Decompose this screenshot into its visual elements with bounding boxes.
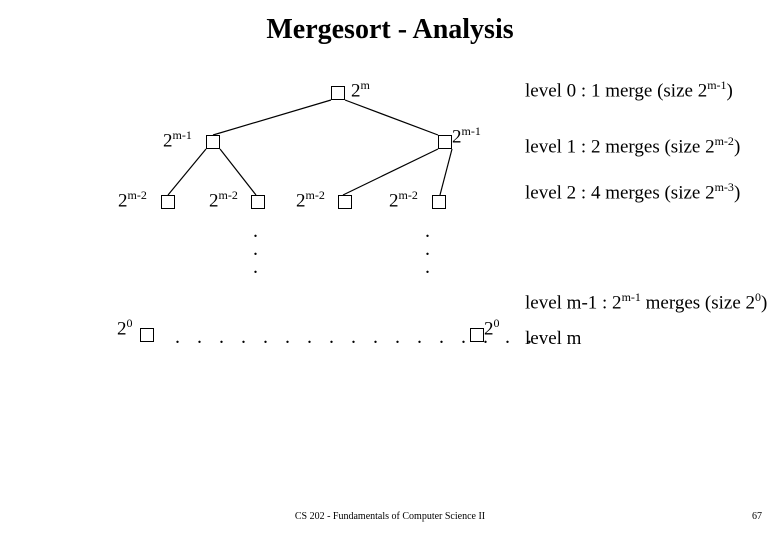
tree-node-leaf-left <box>140 328 154 342</box>
root-label: 2m <box>351 78 370 102</box>
tree-node-l1-right <box>438 135 452 149</box>
annotation-levelm1: level m-1 : 2m-1 merges (size 20) <box>525 290 767 314</box>
vdots-right: ... <box>425 222 430 276</box>
tree-node-l2-b <box>251 195 265 209</box>
annotation-level0: level 0 : 1 merge (size 2m-1) <box>525 78 733 102</box>
annotation-levelm: level m <box>525 328 581 350</box>
l2-c-label: 2m-2 <box>296 188 325 212</box>
annotation-level2: level 2 : 4 merges (size 2m-3) <box>525 180 740 204</box>
diagram-canvas: 2m 2m-1 2m-1 2m-2 2m-2 2m-2 2m-2 ... ...… <box>0 0 780 540</box>
footer-text: CS 202 - Fundamentals of Computer Scienc… <box>0 511 780 522</box>
l1-left-label: 2m-1 <box>163 128 192 152</box>
l1-right-label: 2m-1 <box>452 124 481 148</box>
tree-node-root <box>331 86 345 100</box>
tree-node-l2-a <box>161 195 175 209</box>
vdots-left: ... <box>253 222 258 276</box>
leaf-left-label: 20 <box>117 316 133 340</box>
annotation-level1: level 1 : 2 merges (size 2m-2) <box>525 134 740 158</box>
tree-node-l2-c <box>338 195 352 209</box>
l2-a-label: 2m-2 <box>118 188 147 212</box>
hdots-leaves: . . . . . . . . . . . . . . . . . <box>175 326 538 349</box>
l2-d-label: 2m-2 <box>389 188 418 212</box>
page-number: 67 <box>752 511 762 522</box>
tree-node-l2-d <box>432 195 446 209</box>
l2-b-label: 2m-2 <box>209 188 238 212</box>
tree-node-l1-left <box>206 135 220 149</box>
